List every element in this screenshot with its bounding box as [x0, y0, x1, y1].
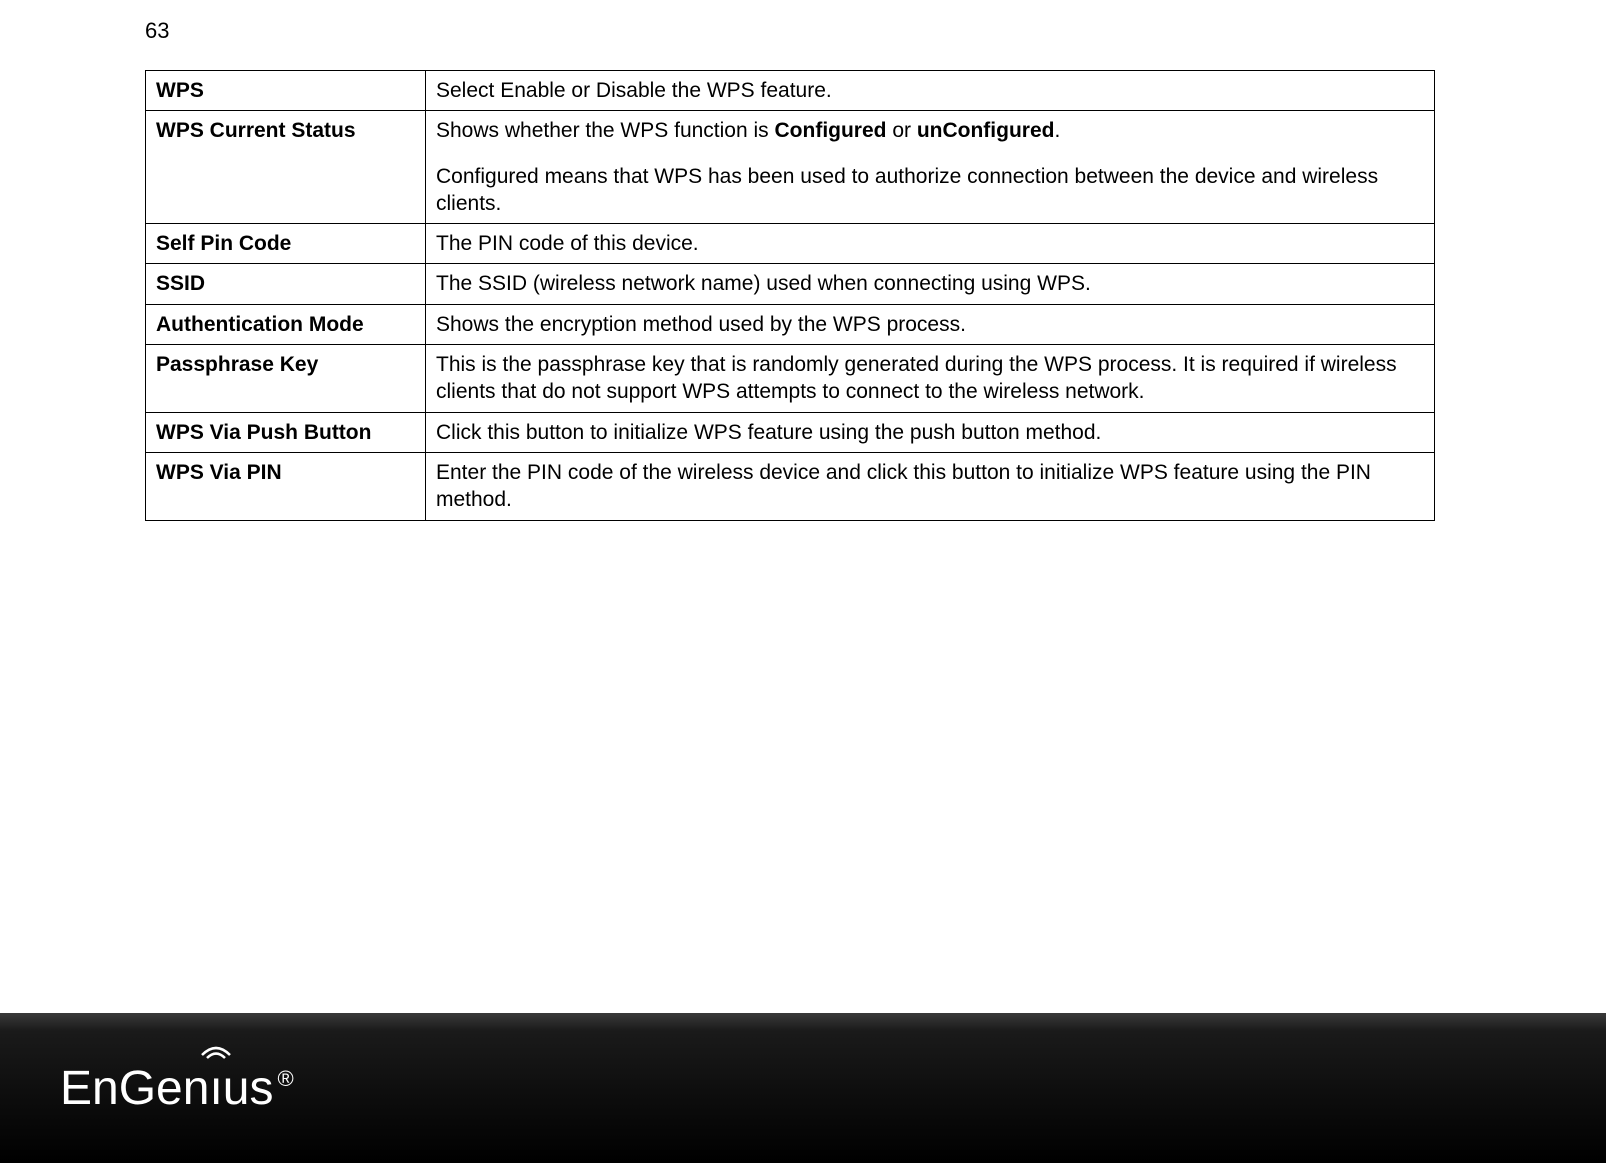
- row-label-self-pin-code: Self Pin Code: [146, 224, 426, 264]
- row-desc-wps-via-pin: Enter the PIN code of the wireless devic…: [426, 452, 1435, 520]
- logo-i-with-wifi: ı: [209, 1061, 222, 1116]
- engenius-logo: EnGen ı us®: [60, 1061, 294, 1116]
- logo-text-i: ı: [209, 1062, 222, 1115]
- row-desc-passphrase-key: This is the passphrase key that is rando…: [426, 345, 1435, 413]
- wps-settings-table: WPS Select Enable or Disable the WPS fea…: [145, 70, 1435, 521]
- table-row: Authentication Mode Shows the encryption…: [146, 304, 1435, 344]
- row-label-passphrase-key: Passphrase Key: [146, 345, 426, 413]
- row-desc-wps-current-status: Shows whether the WPS function is Config…: [426, 111, 1435, 224]
- table-row: WPS Select Enable or Disable the WPS fea…: [146, 71, 1435, 111]
- page-footer: EnGen ı us®: [0, 1013, 1606, 1163]
- desc-text: or: [886, 119, 916, 142]
- row-label-wps-via-pin: WPS Via PIN: [146, 452, 426, 520]
- row-label-wps: WPS: [146, 71, 426, 111]
- desc-text: Shows whether the WPS function is: [436, 119, 775, 142]
- desc-bold-configured: Configured: [775, 119, 887, 142]
- row-desc-wps-via-push-button: Click this button to initialize WPS feat…: [426, 412, 1435, 452]
- page-number: 63: [145, 18, 169, 44]
- table-row: WPS Current Status Shows whether the WPS…: [146, 111, 1435, 224]
- row-desc-self-pin-code: The PIN code of this device.: [426, 224, 1435, 264]
- table-row: Passphrase Key This is the passphrase ke…: [146, 345, 1435, 413]
- logo-text-part3: us: [223, 1061, 274, 1116]
- row-desc-ssid: The SSID (wireless network name) used wh…: [426, 264, 1435, 304]
- logo-text-part1: EnGen: [60, 1061, 209, 1116]
- table-row: WPS Via Push Button Click this button to…: [146, 412, 1435, 452]
- row-label-authentication-mode: Authentication Mode: [146, 304, 426, 344]
- registered-trademark-icon: ®: [277, 1066, 293, 1092]
- desc-text: Configured means that WPS has been used …: [436, 165, 1378, 215]
- table-row: SSID The SSID (wireless network name) us…: [146, 264, 1435, 304]
- row-label-wps-via-push-button: WPS Via Push Button: [146, 412, 426, 452]
- table-row: WPS Via PIN Enter the PIN code of the wi…: [146, 452, 1435, 520]
- desc-text: .: [1054, 119, 1060, 142]
- row-desc-wps: Select Enable or Disable the WPS feature…: [426, 71, 1435, 111]
- desc-bold-unconfigured: unConfigured: [917, 119, 1055, 142]
- row-desc-authentication-mode: Shows the encryption method used by the …: [426, 304, 1435, 344]
- row-label-ssid: SSID: [146, 264, 426, 304]
- table-row: Self Pin Code The PIN code of this devic…: [146, 224, 1435, 264]
- row-label-wps-current-status: WPS Current Status: [146, 111, 426, 224]
- wifi-icon: [198, 1037, 234, 1061]
